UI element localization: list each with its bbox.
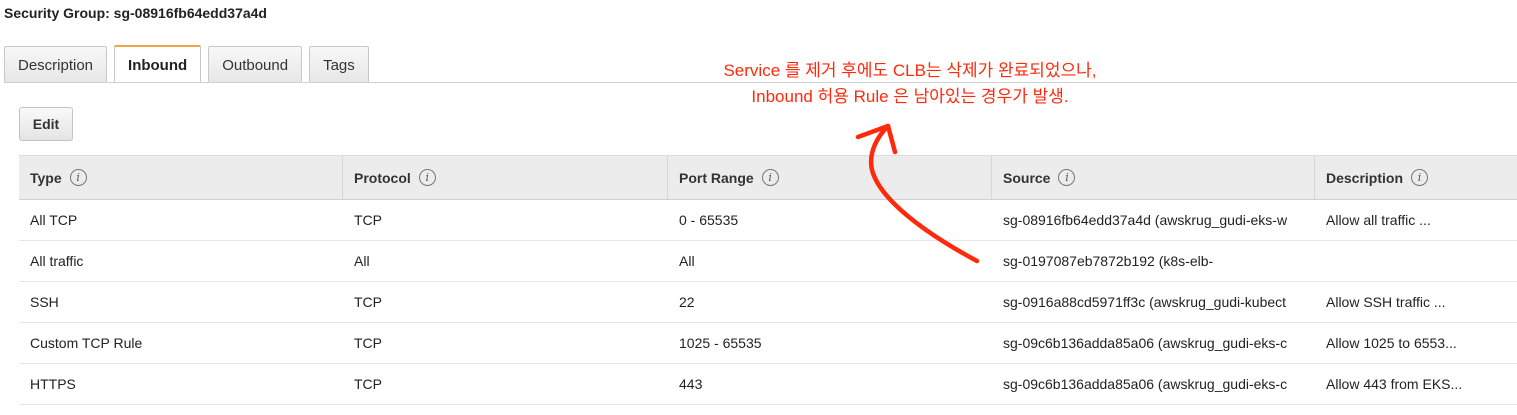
cell-source: sg-09c6b136adda85a06 (awskrug_gudi-eks-c — [1003, 335, 1288, 351]
table-row[interactable]: Custom TCP Rule TCP 1025 - 65535 sg-09c6… — [19, 323, 1517, 364]
column-header-source[interactable]: Source i — [992, 156, 1315, 199]
cell-source: sg-08916fb64edd37a4d (awskrug_gudi-eks-w — [1003, 212, 1288, 228]
cell-protocol: TCP — [354, 212, 382, 228]
page-title: Security Group: sg-08916fb64edd37a4d — [4, 5, 267, 21]
column-header-label: Type — [30, 169, 62, 186]
cell-description — [1315, 241, 1517, 281]
cell-source: sg-0916a88cd5971ff3c (awskrug_gudi-kubec… — [1003, 294, 1287, 310]
info-icon[interactable]: i — [69, 169, 87, 186]
table-row[interactable]: All TCP TCP 0 - 65535 sg-08916fb64edd37a… — [19, 200, 1517, 241]
info-icon[interactable]: i — [761, 169, 779, 186]
table-header: Type i Protocol i Port Range i Source i … — [19, 155, 1517, 200]
cell-protocol: TCP — [354, 335, 382, 351]
tab-description[interactable]: Description — [4, 46, 108, 83]
column-header-description[interactable]: Description i — [1315, 156, 1517, 199]
column-header-label: Source — [1003, 169, 1051, 186]
cell-source: sg-0197087eb7872b192 (k8s-elb- — [1003, 253, 1214, 269]
annotation-note: Service 를 제거 후에도 CLB는 삭제가 완료되었으나, Inboun… — [640, 58, 1180, 110]
cell-description: Allow SSH traffic ... — [1326, 294, 1446, 310]
column-header-label: Protocol — [354, 169, 411, 186]
cell-protocol: TCP — [354, 294, 382, 310]
annotation-arrow-icon — [855, 123, 980, 264]
cell-source: sg-09c6b136adda85a06 (awskrug_gudi-eks-c — [1003, 376, 1288, 392]
cell-type: All traffic — [30, 253, 84, 269]
tab-bar: Description Inbound Outbound Tags — [4, 45, 376, 83]
cell-port-range: 1025 - 65535 — [679, 335, 762, 351]
info-icon[interactable]: i — [1058, 169, 1076, 186]
table-row[interactable]: SSH TCP 22 sg-0916a88cd5971ff3c (awskrug… — [19, 282, 1517, 323]
cell-protocol: All — [354, 253, 370, 269]
tab-tags[interactable]: Tags — [309, 46, 369, 83]
column-header-type[interactable]: Type i — [19, 156, 343, 199]
cell-protocol: TCP — [354, 376, 382, 392]
tab-inbound[interactable]: Inbound — [114, 45, 202, 83]
cell-type: SSH — [30, 294, 59, 310]
cell-description: Allow all traffic ... — [1326, 212, 1431, 228]
cell-port-range: 22 — [679, 294, 695, 310]
table-row[interactable]: HTTPS TCP 443 sg-09c6b136adda85a06 (awsk… — [19, 364, 1517, 405]
inbound-rules-table: Type i Protocol i Port Range i Source i … — [19, 155, 1517, 405]
info-icon[interactable]: i — [418, 169, 436, 186]
column-header-protocol[interactable]: Protocol i — [343, 156, 668, 199]
tab-outbound[interactable]: Outbound — [208, 46, 303, 83]
edit-button[interactable]: Edit — [19, 107, 73, 141]
cell-type: HTTPS — [30, 376, 76, 392]
annotation-line-2: Inbound 허용 Rule 은 남아있는 경우가 발생. — [751, 87, 1069, 106]
annotation-line-1: Service 를 제거 후에도 CLB는 삭제가 완료되었으나, — [723, 61, 1097, 80]
cell-type: Custom TCP Rule — [30, 335, 143, 351]
security-group-page: Security Group: sg-08916fb64edd37a4d Des… — [0, 0, 1517, 415]
column-header-label: Description — [1326, 169, 1404, 186]
info-icon[interactable]: i — [1411, 169, 1429, 186]
cell-type: All TCP — [30, 212, 78, 228]
table-row[interactable]: All traffic All All sg-0197087eb7872b192… — [19, 241, 1517, 282]
column-header-label: Port Range — [679, 169, 754, 186]
cell-description: Allow 1025 to 6553... — [1326, 335, 1457, 351]
cell-description: Allow 443 from EKS... — [1326, 376, 1463, 392]
cell-port-range: 443 — [679, 376, 703, 392]
